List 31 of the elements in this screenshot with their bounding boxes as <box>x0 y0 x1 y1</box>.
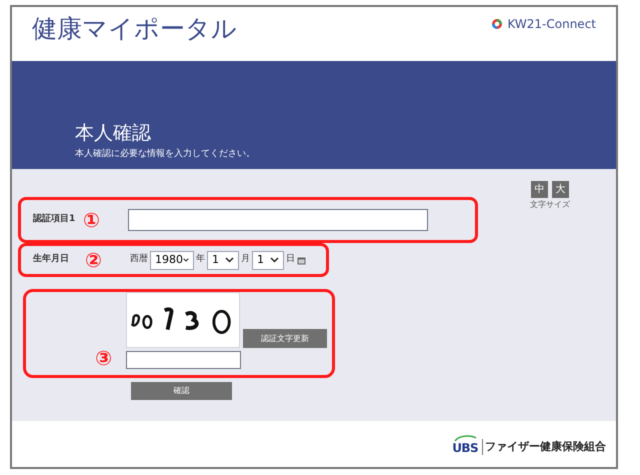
step-number: ① <box>83 207 101 234</box>
chevron-icon <box>183 257 189 263</box>
field-label: 生年月日 <box>33 253 70 266</box>
dropdown[interactable]: 1980 <box>150 250 194 270</box>
captcha-input[interactable] <box>126 351 241 369</box>
logo-icon <box>491 18 504 30</box>
calendar-icon[interactable] <box>297 256 306 264</box>
font-size-button[interactable]: 大 <box>552 181 569 198</box>
input-field[interactable] <box>128 209 428 231</box>
footer-logo: UBS <box>452 442 478 454</box>
unit-label: 年 <box>196 253 205 266</box>
field-label: 認証項目1 <box>33 213 76 226</box>
organization-name: ファイザー健康保険組合 <box>482 438 606 456</box>
step-number: ② <box>85 247 103 274</box>
dropdown[interactable]: 1 <box>252 250 284 270</box>
refresh-captcha-button[interactable]: 認証文字更新 <box>243 329 327 348</box>
dropdown[interactable]: 1 <box>207 250 239 270</box>
font-size-caption: 文字サイズ <box>530 199 570 211</box>
confirm-button[interactable]: 確認 <box>131 382 232 400</box>
unit-label: 日 <box>286 253 295 266</box>
font-size-button[interactable]: 中 <box>531 181 548 198</box>
page-title: 本人確認 <box>75 120 152 146</box>
era-label: 西暦 <box>130 253 148 266</box>
site-title: 健康マイポータル <box>32 13 237 45</box>
step-number: ③ <box>95 345 112 372</box>
page-subtitle: 本人確認に必要な情報を入力してください。 <box>75 148 256 160</box>
chevron-icon <box>270 257 279 263</box>
unit-label: 月 <box>241 253 250 266</box>
chevron-icon <box>225 257 234 263</box>
brand-name: KW21-Connect <box>507 16 596 33</box>
swoosh-icon <box>453 434 478 442</box>
